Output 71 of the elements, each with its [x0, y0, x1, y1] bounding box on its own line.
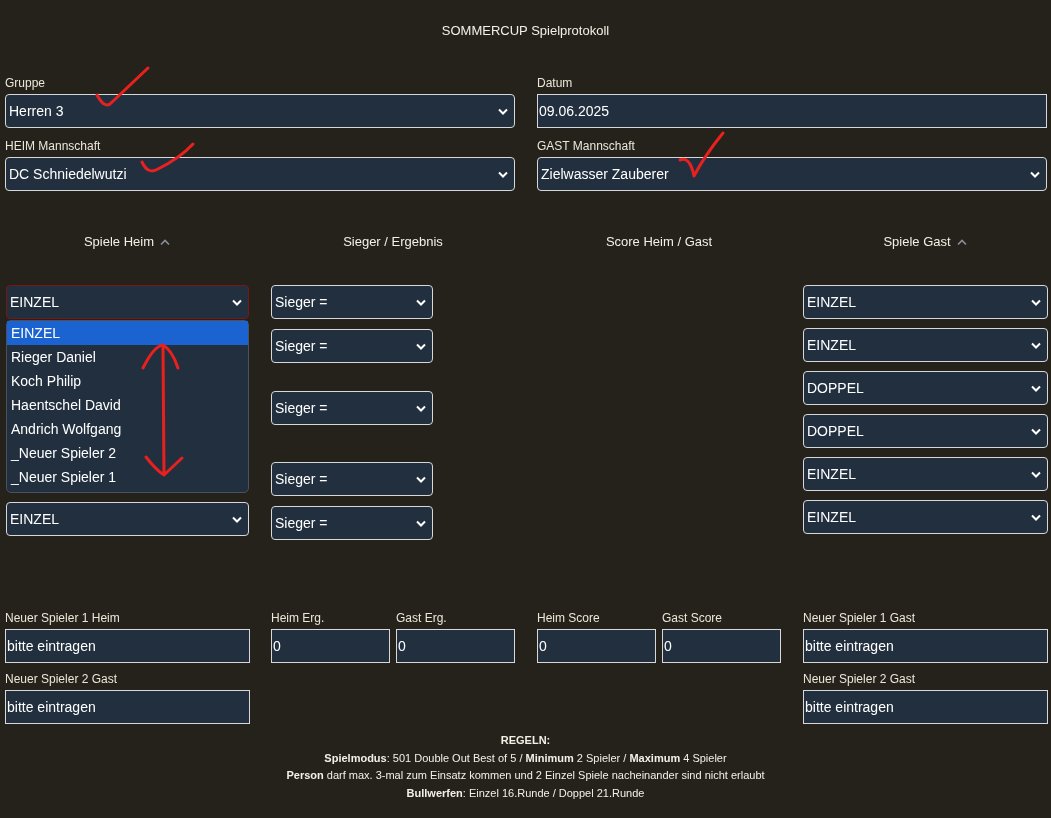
chevron-down-icon: [1031, 513, 1041, 521]
field-label: HEIM Mannschaft: [5, 138, 102, 154]
rules-text: Spielmodus: 501 Double Out Best of 5 / Minimum 2 Spieler / Maximum 4 Spieler: [324, 750, 727, 766]
chevron-down-icon: [498, 107, 508, 115]
chevron-down-icon: [416, 475, 426, 483]
field-label: Neuer Spieler 1 Heim: [5, 610, 121, 626]
page-title: SOMMERCUP Spielprotokoll: [440, 22, 611, 39]
column-header: Spiele Heim: [83, 233, 155, 252]
input-field[interactable]: bitte eintragen: [5, 629, 250, 663]
dropdown-select[interactable]: Herren 3: [5, 94, 515, 128]
player-select[interactable]: EINZEL: [803, 285, 1048, 319]
winner-select[interactable]: Sieger =: [271, 462, 433, 496]
field-label: Neuer Spieler 2 Gast: [5, 671, 119, 687]
field-label: Gast Erg.: [396, 610, 448, 626]
chevron-down-icon: [416, 519, 426, 527]
input-field[interactable]: bitte eintragen: [803, 629, 1048, 663]
field-label: GAST Mannschaft: [537, 138, 636, 154]
player-select[interactable]: EINZEL: [803, 328, 1048, 362]
chevron-up-icon[interactable]: [956, 238, 967, 246]
dropdown-option[interactable]: EINZEL: [7, 321, 248, 345]
input-field[interactable]: 0: [662, 629, 781, 663]
chevron-down-icon: [498, 170, 508, 178]
column-header: Sieger / Ergebnis: [343, 233, 443, 252]
dropdown-select[interactable]: Zielwasser Zauberer: [537, 157, 1047, 191]
input-field[interactable]: bitte eintragen: [5, 690, 250, 724]
chevron-down-icon: [416, 342, 426, 350]
dropdown-option[interactable]: Haentschel David: [7, 393, 248, 417]
winner-select[interactable]: Sieger =: [271, 506, 433, 540]
player-select[interactable]: EINZEL: [803, 457, 1048, 491]
player-select[interactable]: DOPPEL: [803, 414, 1048, 448]
chevron-down-icon: [1031, 384, 1041, 392]
input-field[interactable]: 0: [396, 629, 515, 663]
winner-select[interactable]: Sieger =: [271, 329, 433, 363]
chevron-down-icon: [416, 298, 426, 306]
field-label: Heim Score: [537, 610, 601, 626]
field-label: Gruppe: [5, 75, 47, 91]
chevron-down-icon: [232, 515, 242, 523]
winner-select[interactable]: Sieger =: [271, 285, 433, 319]
field-label: Gast Score: [662, 610, 724, 626]
chevron-down-icon: [232, 298, 242, 306]
dropdown-option[interactable]: Koch Philip: [7, 369, 248, 393]
chevron-down-icon: [1031, 470, 1041, 478]
field-label: Neuer Spieler 2 Gast: [803, 671, 917, 687]
chevron-down-icon: [1030, 170, 1040, 178]
field-label: Heim Erg.: [271, 610, 326, 626]
player-select[interactable]: EINZEL: [6, 502, 249, 536]
chevron-down-icon: [1031, 298, 1041, 306]
player-select[interactable]: EINZEL: [803, 500, 1048, 534]
rules-text: Person darf max. 3-mal zum Einsatz kommen und 2 Einzel Spiele nacheinander sind nicht erlaubt: [286, 768, 765, 783]
column-header: Spiele Gast: [883, 233, 951, 252]
column-header: Score Heim / Gast: [605, 233, 713, 252]
field-label: Datum: [537, 75, 574, 91]
dropdown-option[interactable]: Andrich Wolfgang: [7, 417, 248, 441]
input-field[interactable]: bitte eintragen: [803, 690, 1048, 724]
input-field[interactable]: 0: [537, 629, 656, 663]
input-field[interactable]: 0: [271, 629, 390, 663]
chevron-down-icon: [1031, 341, 1041, 349]
dropdown-option[interactable]: _Neuer Spieler 1: [7, 465, 248, 489]
dropdown-option[interactable]: _Neuer Spieler 2: [7, 441, 248, 465]
chevron-down-icon: [416, 404, 426, 412]
rules-heading: REGELN:: [500, 733, 551, 748]
chevron-down-icon: [1031, 427, 1041, 435]
player-select[interactable]: EINZEL: [6, 285, 249, 319]
player-select[interactable]: DOPPEL: [803, 371, 1048, 405]
chevron-up-icon[interactable]: [160, 238, 171, 246]
rules-text: Bullwerfen: Einzel 16.Runde / Doppel 21.Runde: [406, 785, 645, 801]
dropdown-option[interactable]: Rieger Daniel: [7, 345, 248, 369]
field-label: Neuer Spieler 1 Gast: [803, 610, 917, 626]
winner-select[interactable]: Sieger =: [271, 391, 433, 425]
date-input-field[interactable]: 09.06.2025: [537, 94, 1047, 128]
dropdown-select[interactable]: DC Schniedelwutzi: [5, 157, 515, 191]
